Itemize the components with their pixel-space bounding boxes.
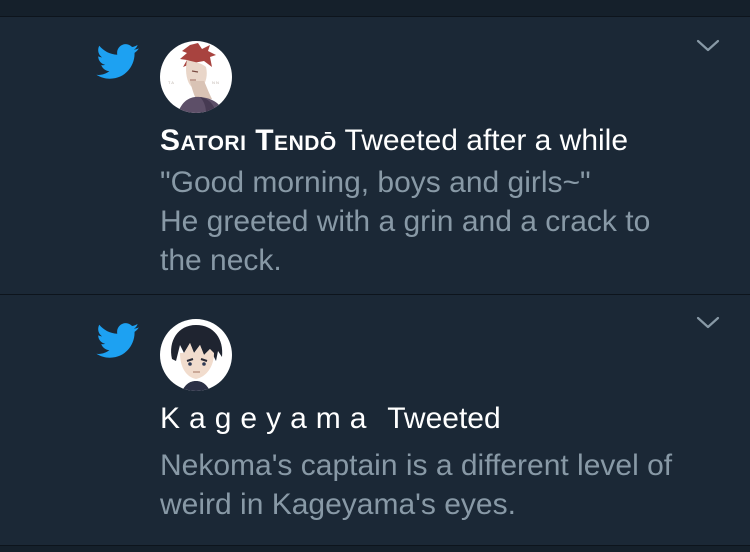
tweet-line: the neck. <box>160 244 282 277</box>
tweet-line: "Good morning, boys and girls~" <box>160 166 591 199</box>
top-divider <box>0 0 750 17</box>
tweet-text: "Good morning, boys and girls~" He greet… <box>160 163 720 280</box>
chevron-down-icon[interactable] <box>696 316 720 330</box>
notification-item[interactable]: Kageyama Tweeted Nekoma's captain is a d… <box>0 295 750 546</box>
notification-action: Tweeted after a while <box>344 124 629 157</box>
avatar[interactable] <box>160 319 232 391</box>
user-name[interactable]: Satori Tendō <box>160 124 337 157</box>
svg-text:T A: T A <box>168 80 174 85</box>
tweet-line: weird in Kageyama's eyes. <box>160 488 516 521</box>
bottom-divider <box>0 546 750 552</box>
notification-headline: Kageyama Tweeted <box>160 402 501 436</box>
chevron-down-icon[interactable] <box>696 39 720 53</box>
avatar[interactable]: T A N N <box>160 41 232 113</box>
tweet-line: He greeted with a grin and a crack to <box>160 205 651 238</box>
tweet-line: Nekoma's captain is a different level of <box>160 449 673 482</box>
twitter-bird-icon <box>96 323 139 358</box>
notification-action: Tweeted <box>387 402 501 435</box>
notification-headline: Satori Tendō Tweeted after a while <box>160 124 628 158</box>
notification-item[interactable]: T A N N Satori Tendō Tweeted after a whi… <box>0 17 750 295</box>
twitter-bird-icon <box>96 44 139 79</box>
avatar-illustration: T A N N <box>160 41 232 113</box>
user-name[interactable]: Kageyama <box>160 402 375 435</box>
tweet-text: Nekoma's captain is a different level of… <box>160 446 720 524</box>
svg-text:N N: N N <box>212 80 219 85</box>
avatar-illustration <box>160 319 232 391</box>
